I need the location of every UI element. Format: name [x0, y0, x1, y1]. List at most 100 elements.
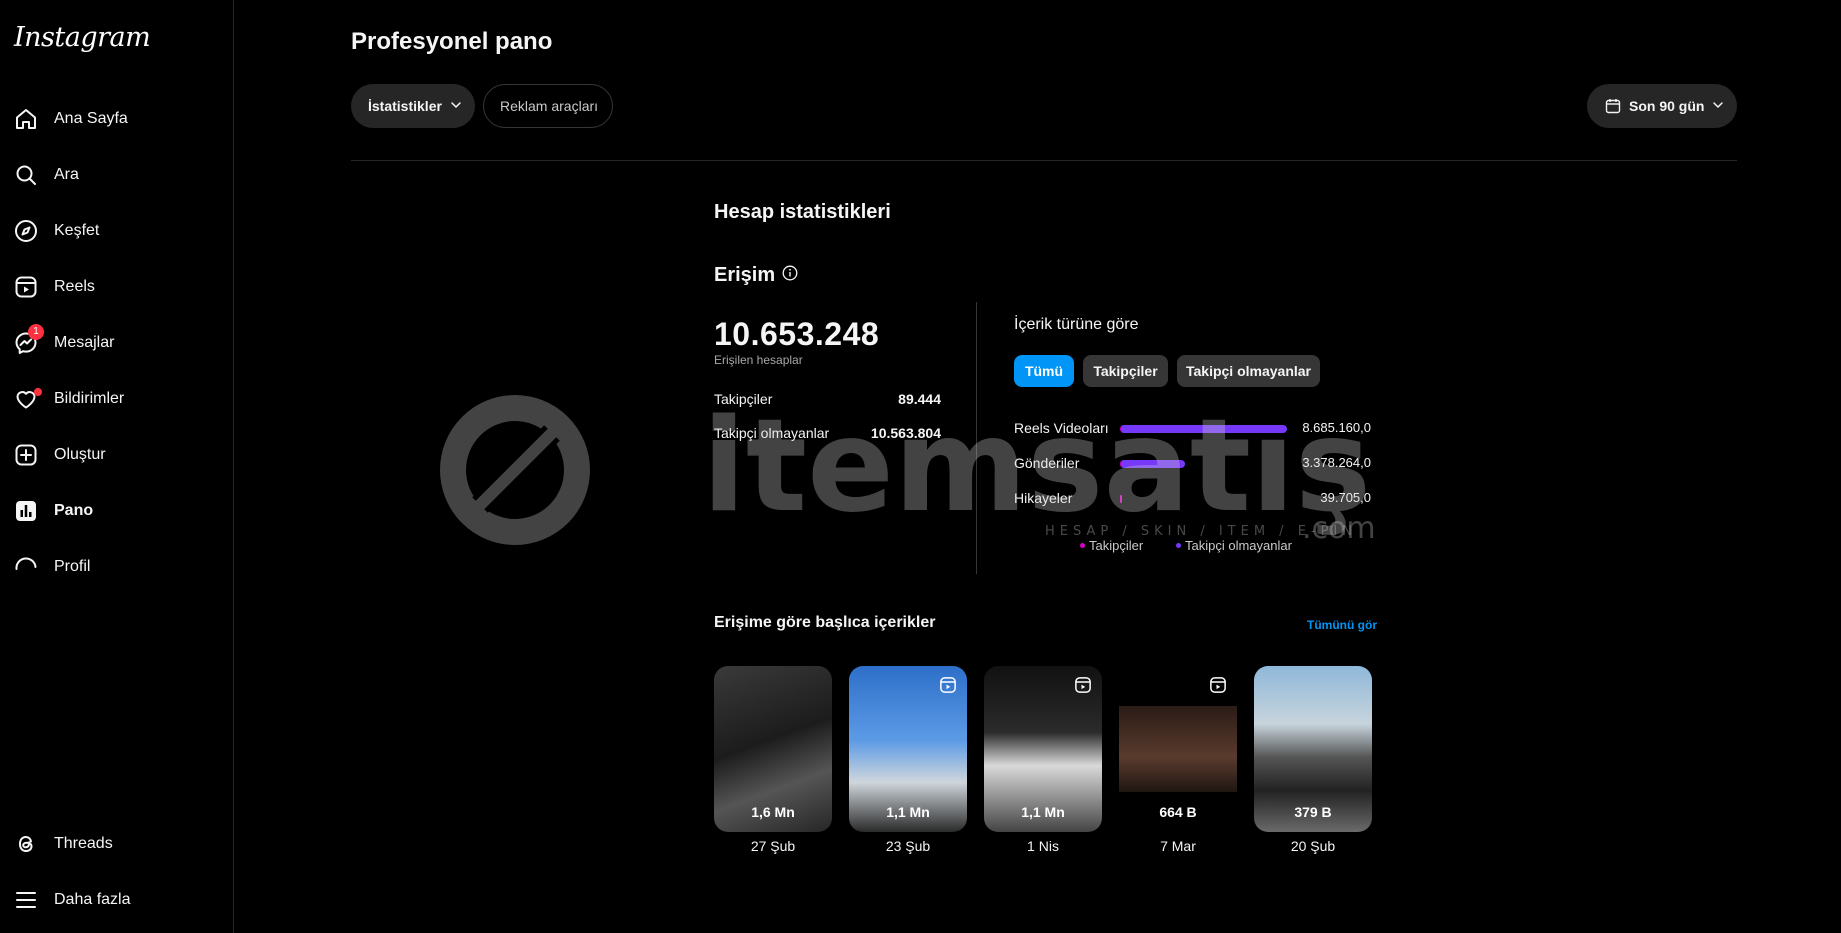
thumbnail-reach: 379 B — [1294, 804, 1332, 820]
sidebar-item-label: Keşfet — [54, 222, 100, 239]
tab-ad-tools[interactable]: Reklam araçları — [483, 84, 613, 128]
chevron-down-icon — [450, 98, 462, 114]
followers-label: Takipçiler — [714, 391, 773, 407]
reach-title: Erişim — [714, 264, 798, 287]
sidebar-item-label: Mesajlar — [54, 334, 115, 351]
sidebar-item-label: Pano — [54, 502, 94, 519]
legend-label: Takipçi olmayanlar — [1185, 538, 1292, 553]
see-all-link[interactable]: Tümünü gör — [1307, 618, 1377, 632]
thumbnail-reach: 664 B — [1159, 804, 1197, 820]
plus-square-icon — [14, 443, 38, 467]
content-thumbnail[interactable]: 1,1 Mn — [984, 666, 1102, 832]
dashboard-icon — [14, 499, 38, 523]
sidebar-item-search[interactable]: Ara — [0, 151, 226, 199]
legend-followers: Takipçiler — [1080, 538, 1143, 553]
thumbnail-date: 23 Şub — [885, 838, 931, 854]
reels-icon — [939, 676, 957, 699]
bar-label: Gönderiler — [1014, 455, 1080, 471]
home-icon — [14, 107, 38, 131]
info-icon[interactable] — [782, 264, 798, 287]
legend-label: Takipçiler — [1089, 538, 1144, 553]
sidebar-item-more[interactable]: Daha fazla — [0, 876, 226, 924]
reach-total-label: Erişilen hesaplar — [714, 353, 803, 367]
header-divider — [351, 160, 1737, 161]
thumbnail-date: 7 Mar — [1160, 838, 1196, 854]
tab-ad-tools-label: Reklam araçları — [500, 98, 599, 114]
reach-title-label: Erişim — [714, 264, 776, 286]
sidebar-item-label: Reels — [54, 278, 95, 295]
filter-followers-button[interactable]: Takipçiler — [1083, 355, 1168, 387]
legend-dot — [1080, 543, 1085, 548]
chevron-down-icon — [1712, 98, 1724, 114]
bar-value-label: 39.705,0 — [1320, 490, 1371, 505]
thumbnail-reach: 1,1 Mn — [1021, 804, 1065, 820]
sidebar: Instagram Ana Sayfa Ara Keşfet Reels 1 M… — [0, 0, 234, 933]
date-range-select[interactable]: Son 90 gün — [1587, 84, 1737, 128]
profile-avatar-icon — [14, 555, 38, 579]
sidebar-item-label: Daha fazla — [54, 891, 131, 908]
bar-value-label: 3.378.264,0 — [1302, 455, 1371, 470]
bar-label: Reels Videoları — [1014, 420, 1109, 436]
bar — [1120, 425, 1287, 433]
sidebar-item-reels[interactable]: Reels — [0, 263, 226, 311]
sidebar-item-label: Oluştur — [54, 446, 106, 463]
bar — [1120, 460, 1185, 468]
reach-total: 10.653.248 — [714, 316, 880, 352]
tab-statistics-label: İstatistikler — [368, 98, 442, 114]
sidebar-item-label: Ara — [54, 166, 79, 183]
reels-icon — [14, 275, 38, 299]
compass-icon — [14, 219, 38, 243]
content-thumbnail[interactable]: 1,6 Mn — [714, 666, 832, 832]
thumbnail-date: 27 Şub — [750, 838, 796, 854]
thumbnail-date: 1 Nis — [1027, 838, 1059, 854]
sidebar-item-label: Bildirimler — [54, 390, 125, 407]
page-title: Profesyonel pano — [351, 28, 553, 55]
sidebar-item-profile[interactable]: Profil — [0, 543, 226, 591]
content-type-title: İçerik türüne göre — [1014, 316, 1139, 333]
instagram-logo[interactable]: Instagram — [14, 22, 151, 53]
bar — [1120, 495, 1122, 503]
watermark-tagline: HESAP / SKIN / ITEM / E-PIN — [1045, 524, 1357, 539]
sidebar-item-notifications[interactable]: Bildirimler — [0, 375, 226, 423]
date-range-label: Son 90 gün — [1629, 98, 1705, 114]
non-followers-value: 10.563.804 — [870, 425, 941, 441]
top-content-title: Erişime göre başlıca içerikler — [714, 614, 936, 631]
sidebar-item-threads[interactable]: Threads — [0, 820, 226, 868]
content-thumbnail[interactable]: 379 B — [1254, 666, 1372, 832]
content-thumbnail[interactable]: 1,1 Mn — [849, 666, 967, 832]
thumbnail-reach: 1,6 Mn — [751, 804, 795, 820]
sidebar-item-label: Profil — [54, 558, 91, 575]
thumbnail-reach: 1,1 Mn — [886, 804, 930, 820]
menu-icon — [14, 888, 38, 912]
vertical-divider — [976, 302, 977, 574]
thumbnail-date: 20 Şub — [1290, 838, 1336, 854]
filter-non-followers-button[interactable]: Takipçi olmayanlar — [1177, 355, 1320, 387]
notification-dot — [34, 388, 42, 396]
bar-value-label: 8.685.160,0 — [1302, 420, 1371, 435]
sidebar-item-label: Threads — [54, 835, 113, 852]
sidebar-item-create[interactable]: Oluştur — [0, 431, 226, 479]
sidebar-item-home[interactable]: Ana Sayfa — [0, 95, 226, 143]
watermark: itemsatış HESAP / SKIN / ITEM / E-PIN .c… — [440, 395, 1376, 545]
filter-all-button[interactable]: Tümü — [1014, 355, 1074, 387]
reels-icon — [1209, 676, 1227, 699]
section-title: Hesap istatistikleri — [714, 201, 891, 223]
sidebar-item-explore[interactable]: Keşfet — [0, 207, 226, 255]
messages-badge: 1 — [28, 324, 44, 340]
legend-non-followers: Takipçi olmayanlar — [1176, 538, 1292, 553]
legend-dot — [1176, 543, 1181, 548]
content-thumbnail[interactable]: 664 B — [1119, 666, 1237, 832]
tab-statistics[interactable]: İstatistikler — [351, 84, 475, 128]
watermark-suffix: .com — [1302, 511, 1376, 545]
search-icon — [14, 163, 38, 187]
watermark-logo-icon — [440, 395, 590, 545]
bar-label: Hikayeler — [1014, 490, 1073, 506]
sidebar-item-dashboard[interactable]: Pano — [0, 487, 226, 535]
sidebar-item-label: Ana Sayfa — [54, 110, 128, 127]
sidebar-item-messages[interactable]: 1 Mesajlar — [0, 319, 226, 367]
followers-value: 89.444 — [898, 391, 941, 407]
calendar-icon — [1605, 98, 1621, 114]
reels-icon — [1074, 676, 1092, 699]
non-followers-label: Takipçi olmayanlar — [714, 425, 830, 441]
threads-icon — [14, 832, 38, 856]
